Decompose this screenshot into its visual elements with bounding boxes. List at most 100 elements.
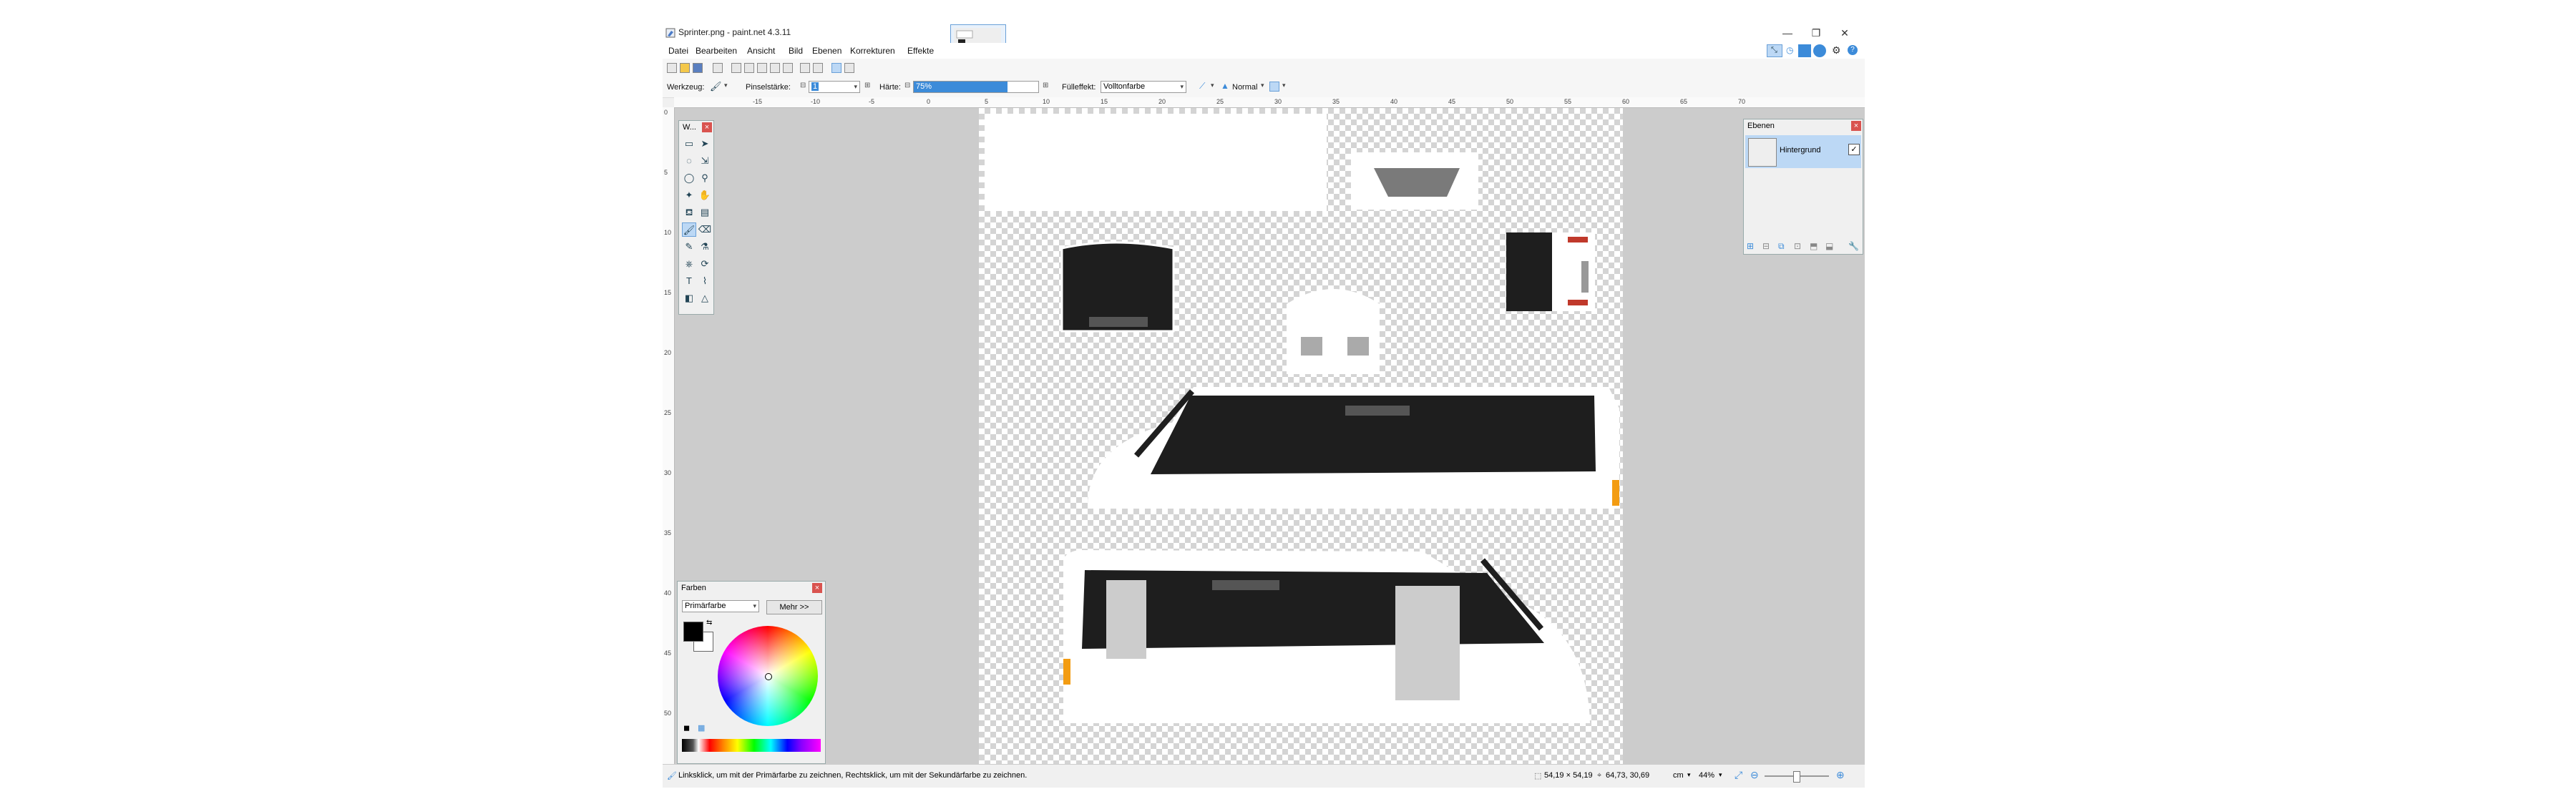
move-selected-tool-icon[interactable]: ➤ — [698, 137, 712, 151]
eraser-tool-icon[interactable]: ⌫ — [698, 222, 712, 237]
menu-ebenen[interactable]: Ebenen — [812, 46, 841, 56]
color-wheel-cursor[interactable] — [765, 673, 772, 680]
menu-effekte[interactable]: Effekte — [907, 46, 934, 56]
hardness-increase-icon[interactable]: ⊞ — [1043, 82, 1048, 89]
ellipse-select-tool-icon[interactable]: ◯ — [682, 171, 696, 185]
status-hint: Linksklick, um mit der Primärfarbe zu ze… — [678, 771, 1028, 780]
history-toggle-icon[interactable]: ◷ — [1786, 45, 1793, 55]
menu-bearbeiten[interactable]: Bearbeiten — [696, 46, 737, 56]
brush-size-increase-icon[interactable]: ⊞ — [864, 82, 870, 89]
tools-panel-close-icon[interactable]: × — [702, 122, 712, 132]
brush-size-input[interactable]: 1 ▾ — [809, 81, 860, 93]
paint-bucket-tool-icon[interactable]: ⛾ — [682, 205, 696, 220]
unit-select[interactable]: cm — [1673, 771, 1684, 780]
color-picker-tool-icon[interactable]: ⚗ — [698, 240, 712, 254]
pencil-tool-icon[interactable]: ✎ — [682, 240, 696, 254]
colors-toggle-icon[interactable] — [1813, 44, 1826, 57]
color-palette-strip[interactable] — [682, 739, 821, 752]
shapes-tool-icon[interactable]: ◧ — [682, 291, 696, 305]
line-curve-tool-icon[interactable]: ⌇ — [698, 274, 712, 288]
crop-icon[interactable] — [770, 63, 780, 73]
print-icon[interactable] — [713, 63, 723, 73]
menu-korrekturen[interactable]: Korrekturen — [850, 46, 895, 56]
canvas-workspace[interactable] — [675, 108, 1865, 764]
open-folder-icon[interactable] — [680, 63, 690, 73]
image-canvas[interactable] — [979, 108, 1623, 764]
brush-size-decrease-icon[interactable]: ⊟ — [800, 82, 806, 89]
shapes-options-icon[interactable]: △ — [698, 291, 712, 305]
color-mode-select[interactable]: Primärfarbe ▾ — [682, 600, 759, 612]
duplicate-layer-icon[interactable]: ⧉ — [1778, 241, 1785, 252]
redo-icon[interactable] — [813, 63, 823, 73]
menu-datei[interactable]: Datei — [668, 46, 688, 56]
text-tool-icon[interactable]: T — [682, 274, 696, 288]
lasso-select-tool-icon[interactable]: ◌ — [682, 154, 696, 168]
layers-panel-close-icon[interactable]: × — [1851, 121, 1861, 131]
gradient-tool-icon[interactable]: ▤ — [698, 205, 712, 220]
move-layer-down-icon[interactable]: ⬓ — [1825, 241, 1833, 251]
pixel-grid-icon[interactable] — [844, 63, 854, 73]
selection-clip-icon[interactable] — [1269, 82, 1279, 92]
zoom-in-icon[interactable]: ⊕ — [1836, 769, 1845, 781]
recolor-tool-icon[interactable]: ⟳ — [698, 257, 712, 271]
zoom-chevron-icon[interactable]: ▾ — [1719, 771, 1722, 779]
move-layer-up-icon[interactable]: ⬒ — [1810, 241, 1818, 251]
fill-select-value: Vollton­farbe — [1103, 82, 1146, 91]
menu-ansicht[interactable]: Ansicht — [747, 46, 775, 56]
hardness-slider[interactable]: 75% — [913, 81, 1039, 93]
color-wheel[interactable] — [718, 626, 818, 726]
minimize-button[interactable]: — — [1773, 24, 1802, 41]
merge-layer-icon[interactable]: ⊡ — [1794, 241, 1801, 251]
fill-select[interactable]: Vollton­farbe ▾ — [1101, 81, 1186, 93]
clone-stamp-tool-icon[interactable]: ⎈ — [682, 257, 696, 271]
new-file-icon[interactable] — [667, 63, 677, 73]
zoom-value[interactable]: 44% — [1699, 771, 1714, 780]
menu-bild[interactable]: Bild — [789, 46, 803, 56]
zoom-slider[interactable] — [1765, 771, 1829, 783]
zoom-tool-icon[interactable]: ⚲ — [698, 171, 712, 185]
move-selection-tool-icon[interactable]: ⇲ — [698, 154, 712, 168]
magic-wand-tool-icon[interactable]: ✦ — [682, 188, 696, 202]
paintbrush-tool-icon[interactable]: 🖌 — [710, 81, 722, 92]
blend-mode-value[interactable]: Normal — [1232, 83, 1257, 92]
swap-colors-icon[interactable]: ⇆ — [706, 619, 712, 627]
paste-icon[interactable] — [757, 63, 767, 73]
layers-toggle-icon[interactable] — [1798, 44, 1811, 57]
antialias-icon[interactable]: ⟋ — [1199, 81, 1205, 92]
zoom-slider-thumb[interactable] — [1793, 771, 1800, 783]
hardness-decrease-icon[interactable]: ⊟ — [904, 82, 910, 89]
zoom-to-window-icon[interactable]: ⤢ — [1735, 769, 1742, 781]
rectangle-select-tool-icon[interactable]: ▭ — [682, 137, 696, 151]
close-button[interactable]: ✕ — [1830, 24, 1859, 41]
add-layer-icon[interactable]: ⊞ — [1747, 241, 1754, 251]
layer-visibility-checkbox[interactable]: ✓ — [1848, 144, 1860, 155]
tool-dropdown-chevron-icon[interactable]: ▾ — [724, 82, 728, 89]
restore-button[interactable]: ❐ — [1802, 24, 1830, 41]
settings-gear-icon[interactable]: ⚙ — [1832, 44, 1841, 57]
antialias-chevron-icon[interactable]: ▾ — [1211, 82, 1214, 89]
paintbrush-tool-button-icon[interactable]: 🖌 — [682, 222, 696, 237]
delete-layer-icon[interactable]: ⊟ — [1762, 241, 1770, 251]
zoom-out-icon[interactable]: ⊖ — [1750, 769, 1759, 781]
deselect-icon[interactable] — [783, 63, 793, 73]
ruler-top-tick: 20 — [1158, 98, 1166, 105]
save-icon[interactable] — [693, 63, 703, 73]
layer-properties-icon[interactable]: 🔧 — [1848, 241, 1859, 251]
cut-icon[interactable] — [731, 63, 741, 73]
pan-tool-icon[interactable]: ✋ — [698, 188, 712, 202]
blend-mode-icon[interactable]: ▲ — [1221, 81, 1229, 91]
selection-clip-chevron-icon[interactable]: ▾ — [1282, 82, 1286, 89]
unit-chevron-icon[interactable]: ▾ — [1687, 771, 1691, 779]
tools-window-toggle[interactable]: ⤡ — [1767, 44, 1782, 57]
help-icon[interactable]: ? — [1848, 45, 1858, 55]
blend-mode-chevron-icon[interactable]: ▾ — [1261, 82, 1264, 89]
layer-row[interactable]: Hintergrund ✓ — [1745, 135, 1861, 168]
primary-color-swatch[interactable] — [683, 622, 703, 642]
undo-icon[interactable] — [800, 63, 810, 73]
palette-menu-icon[interactable]: ▦ — [698, 723, 705, 732]
reset-colors-icon[interactable]: ◼ — [683, 723, 690, 732]
colors-panel-close-icon[interactable]: × — [812, 583, 822, 593]
more-colors-button[interactable]: Mehr >> — [766, 600, 822, 614]
grid-view-icon[interactable] — [831, 63, 841, 73]
copy-icon[interactable] — [744, 63, 754, 73]
